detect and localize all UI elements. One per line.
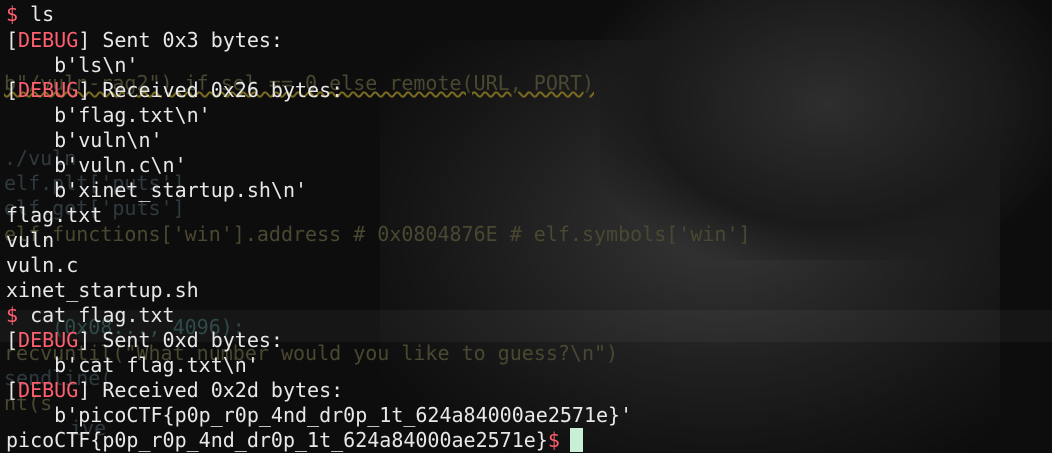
command-text: ls [18, 2, 55, 26]
ghost-code-line: elf.functions['win'].address # 0x0804876… [4, 222, 751, 246]
debug-line: [DEBUG] Received 0x26 bytes: [6, 78, 344, 102]
debug-bytes-line: b'flag.txt\n' [6, 103, 211, 127]
prompt-line: $ cat flag.txt [6, 303, 175, 328]
debug-line: [DEBUG] Sent 0xd bytes: [6, 328, 283, 352]
debug-line: [DEBUG] Sent 0x3 bytes: [6, 28, 283, 52]
terminal-window[interactable]: b"/vuln-rag2") if sel == 0 else remote(U… [0, 0, 1052, 453]
debug-tag: DEBUG [18, 78, 79, 102]
prompt-symbol: $ [6, 303, 19, 327]
prompt-symbol: $ [6, 2, 19, 26]
background-wallpaper-highlight [600, 0, 1052, 260]
output-line: vuln.c [6, 253, 79, 277]
debug-bytes-line: b'vuln\n' [6, 128, 163, 152]
debug-bytes-line: b'vuln.c\n' [6, 153, 187, 177]
output-line: flag.txt [6, 203, 103, 227]
output-line: vuln [6, 228, 55, 252]
prompt-symbol: $ [547, 428, 560, 452]
debug-bytes-line: b'ls\n' [6, 53, 139, 77]
debug-bytes-line: b'cat flag.txt\n' [6, 353, 259, 377]
debug-line: [DEBUG] Received 0x2d bytes: [6, 378, 344, 402]
prompt-line: $ ls [6, 2, 54, 27]
output-line: xinet_startup.sh [6, 278, 199, 302]
debug-tag: DEBUG [18, 378, 79, 402]
debug-tag: DEBUG [18, 328, 79, 352]
flag-output-line: picoCTF{p0p_r0p_4nd_dr0p_1t_624a84000ae2… [6, 428, 583, 453]
terminal-cursor[interactable] [569, 428, 583, 452]
debug-bytes-line: b'xinet_startup.sh\n' [6, 178, 308, 202]
debug-tag: DEBUG [18, 28, 79, 52]
command-text: cat flag.txt [18, 303, 175, 327]
flag-text: picoCTF{p0p_r0p_4nd_dr0p_1t_624a84000ae2… [6, 428, 548, 452]
debug-bytes-line: b'picoCTF{p0p_r0p_4nd_dr0p_1t_624a84000a… [6, 403, 633, 427]
